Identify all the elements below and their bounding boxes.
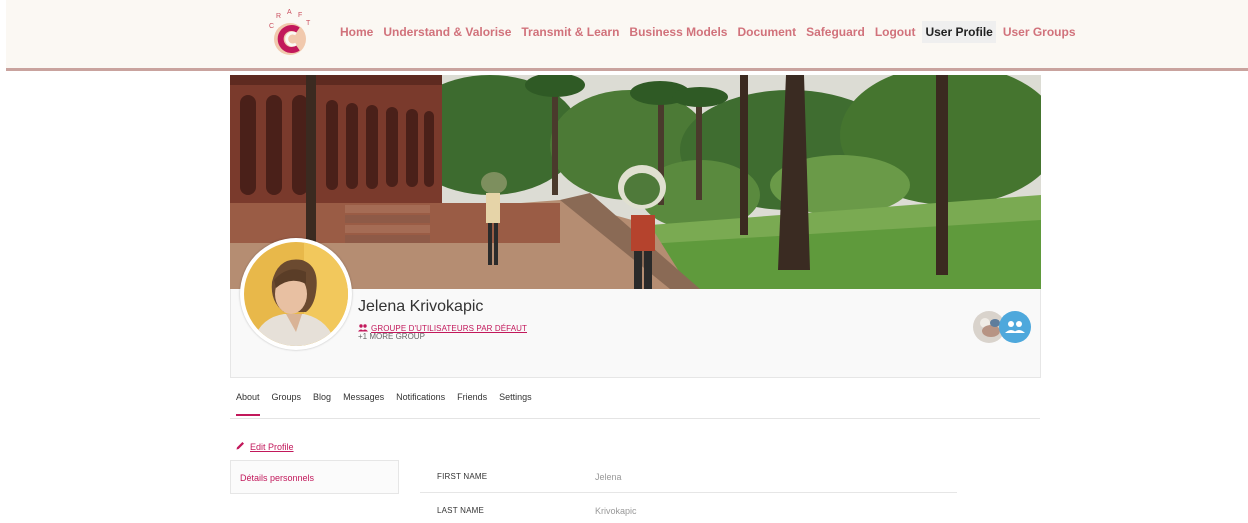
nav-item-document[interactable]: Document [737,21,796,43]
tab-settings[interactable]: Settings [499,392,532,416]
nav-item-user-profile[interactable]: User Profile [922,21,996,43]
pencil-icon [236,441,245,452]
nav-item-transmit-learn[interactable]: Transmit & Learn [521,21,619,43]
profile-tabs: About Groups Blog Messages Notifications… [236,392,544,416]
edit-profile-label: Edit Profile [250,441,294,452]
field-divider [420,492,957,493]
tab-groups[interactable]: Groups [272,392,302,416]
first-name-label: FIRST NAME [437,472,488,481]
logo-letter: T [306,20,311,27]
nav-item-home[interactable]: Home [340,21,373,43]
nav-item-business-models[interactable]: Business Models [629,21,727,43]
tab-blog[interactable]: Blog [313,392,331,416]
logo-letter: R [276,13,281,20]
last-name-value: Krivokapic [595,506,637,516]
tab-about[interactable]: About [236,392,260,416]
section-personal-details-label: Détails personnels [240,473,315,483]
tabs-divider [230,418,1040,419]
first-name-value: Jelena [595,472,622,482]
tab-friends[interactable]: Friends [457,392,487,416]
more-groups-count[interactable]: +1 MORE GROUP [358,332,425,341]
main-navigation: Home Understand & Valorise Transmit & Le… [340,21,1086,43]
profile-avatar[interactable] [240,238,352,350]
logo-letter: C [269,23,274,30]
edit-profile-link[interactable]: Edit Profile [236,441,294,452]
top-navigation-divider [6,68,1248,71]
group-avatars[interactable] [973,309,1031,345]
nav-item-logout[interactable]: Logout [875,21,916,43]
profile-header-card [230,289,1041,378]
profile-user-name: Jelena Krivokapic [358,298,484,315]
craeft-logo[interactable]: C R A F T [262,6,318,62]
tab-notifications[interactable]: Notifications [396,392,445,416]
nav-item-safeguard[interactable]: Safeguard [806,21,865,43]
nav-item-understand-valorise[interactable]: Understand & Valorise [383,21,511,43]
nav-item-user-groups[interactable]: User Groups [1003,21,1076,43]
logo-letter: A [287,9,292,16]
logo-letter: F [298,12,302,19]
last-name-label: LAST NAME [437,506,484,515]
cover-photo [230,75,1041,289]
tab-messages[interactable]: Messages [343,392,384,416]
section-personal-details[interactable]: Détails personnels [230,460,399,494]
